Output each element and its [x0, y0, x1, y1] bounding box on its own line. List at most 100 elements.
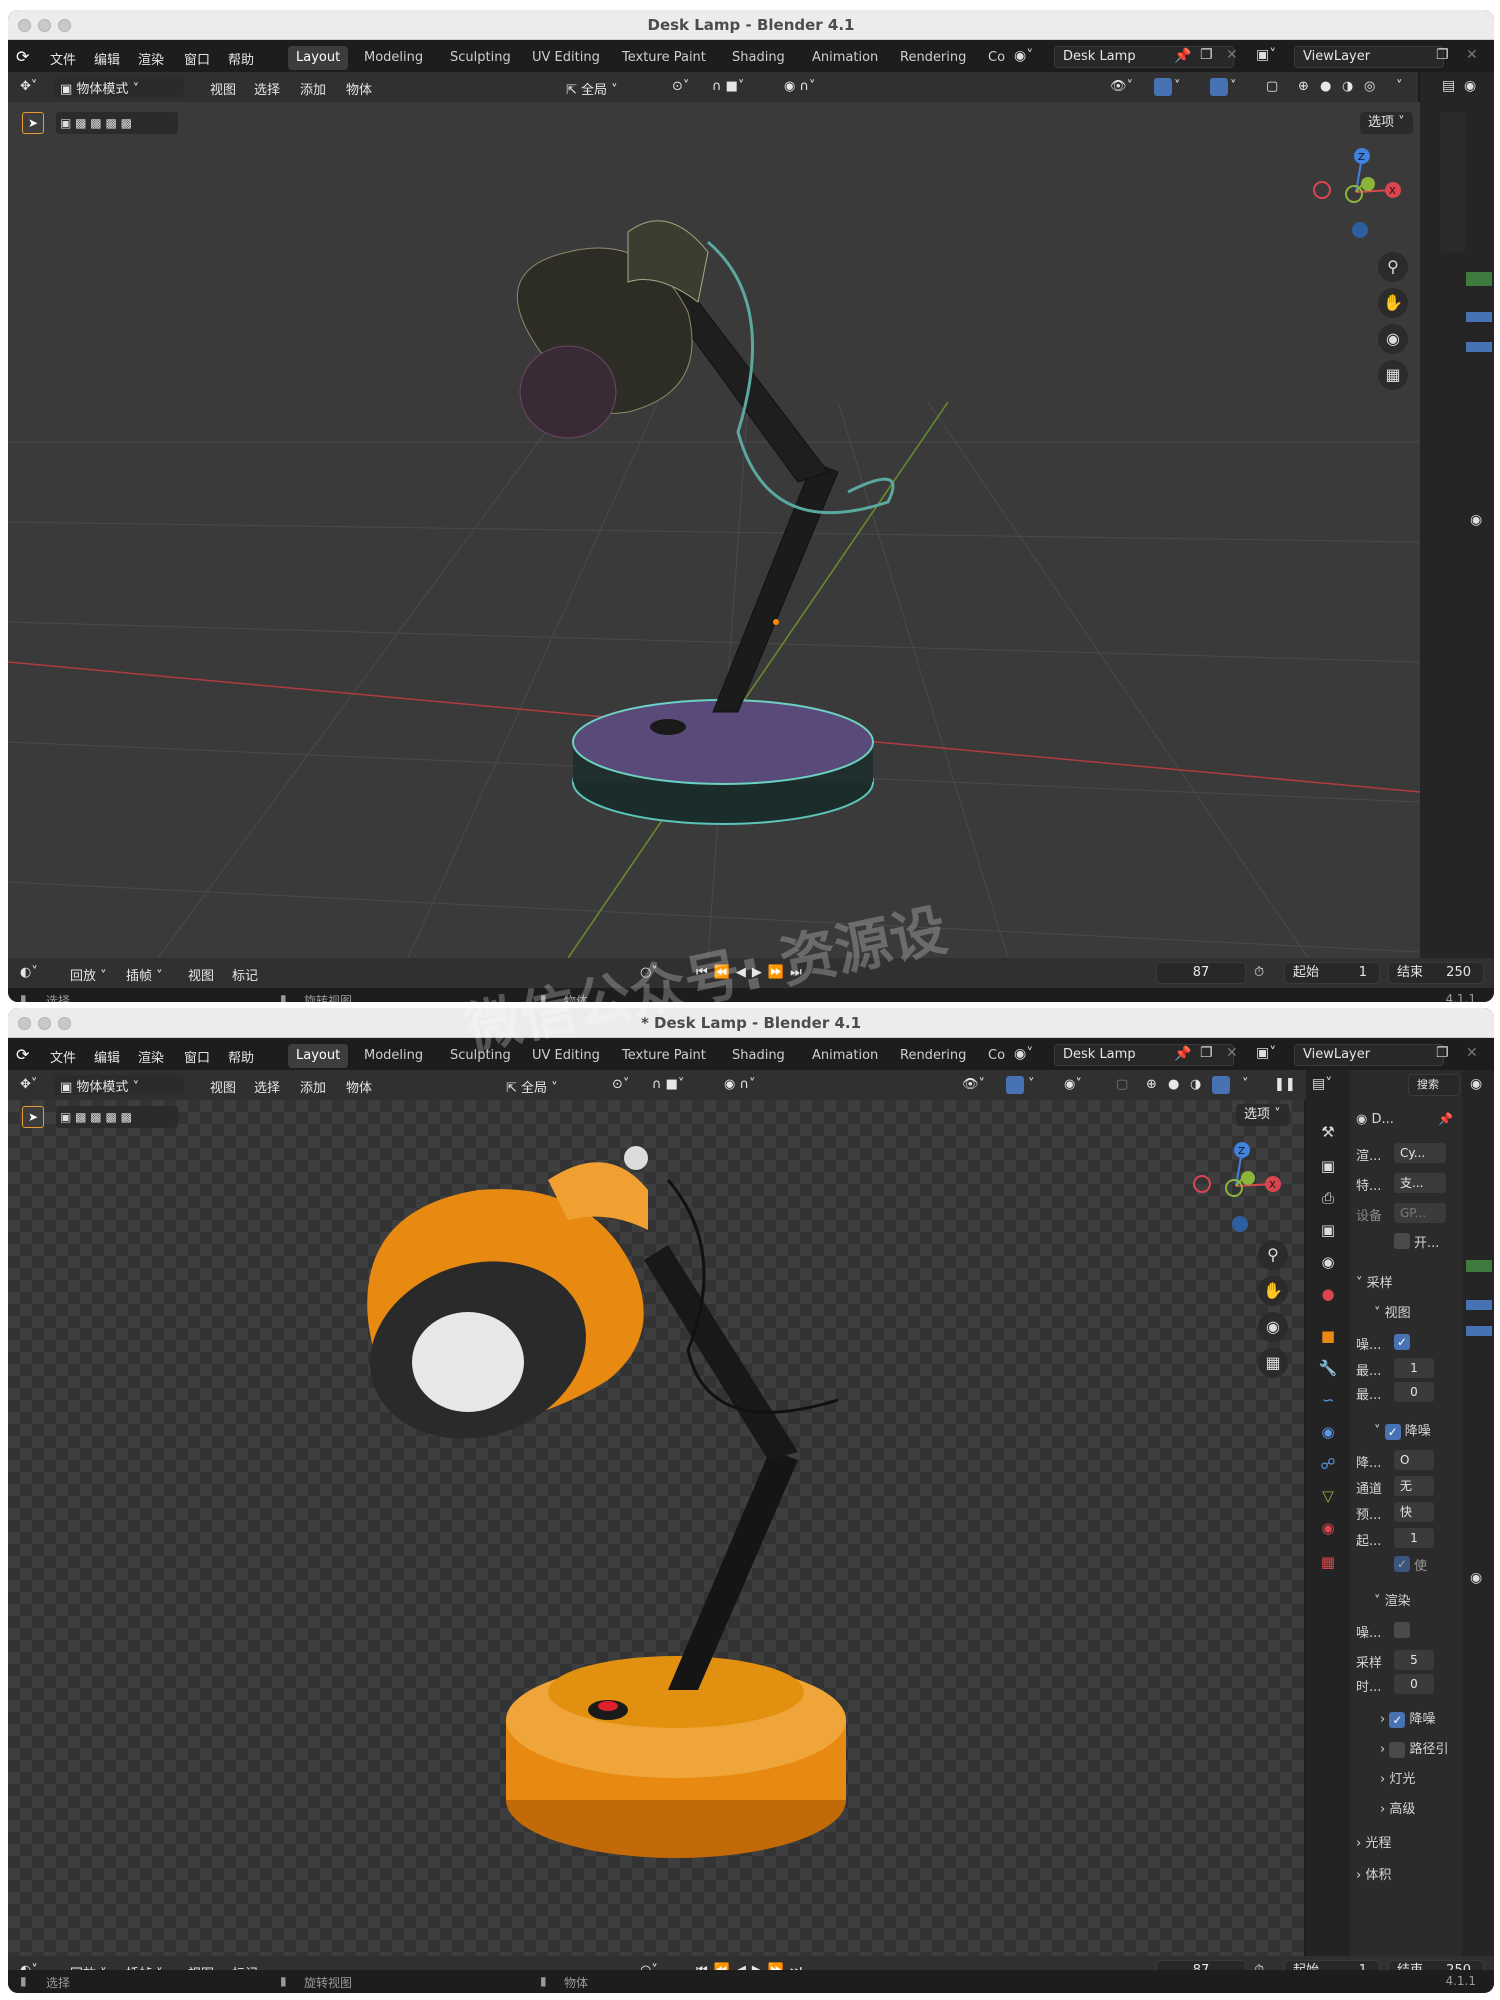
blender-logo-icon[interactable]: ⟳ [16, 47, 29, 66]
view-layer-icon[interactable]: ▣˅ [1256, 1045, 1276, 1061]
menu-view[interactable]: 视图 [210, 1077, 236, 1096]
start-frame-field[interactable]: 起始 1 [1284, 962, 1380, 984]
menu-window[interactable]: 窗口 [184, 49, 210, 68]
menu-view[interactable]: 视图 [210, 79, 236, 98]
menu-select[interactable]: 选择 [254, 79, 280, 98]
3d-viewport[interactable]: 选项 ˅ ➤ ▣ ▩ ▩ ▩ ▩ Z X ⚲ ✋ ◉ ▦ [8, 102, 1420, 958]
outliner-editor-icon[interactable]: ◉ [1470, 1076, 1482, 1092]
view-layer-field[interactable]: ViewLayer [1294, 46, 1444, 68]
lights-panel-header[interactable]: › 灯光 [1380, 1768, 1415, 1787]
render-tab-icon[interactable]: ▣ [1318, 1156, 1338, 1176]
snap-icon[interactable]: ∩ ■˅ [652, 1077, 684, 1092]
denoise-subpanel-header[interactable]: ˅ ✓ 降噪 [1374, 1420, 1431, 1440]
new-view-layer-icon[interactable]: ❐ [1436, 47, 1449, 63]
volumes-panel-header[interactable]: › 体积 [1356, 1864, 1391, 1883]
denoiser-dropdown[interactable]: O [1394, 1450, 1434, 1470]
tab-more[interactable]: Co [980, 1044, 1013, 1068]
camera-view-icon[interactable]: ◉ [1378, 324, 1408, 354]
clock-icon[interactable]: ⏱ [1254, 965, 1264, 980]
physics-tab-icon[interactable]: ◉ [1318, 1422, 1338, 1442]
gizmo-toggle-button[interactable] [1006, 1076, 1024, 1094]
pan-hand-icon[interactable]: ✋ [1258, 1276, 1288, 1306]
overlay-dropdown-icon[interactable]: ˅ [1230, 79, 1237, 94]
delete-view-layer-icon[interactable]: ✕ [1466, 47, 1478, 63]
tab-animation[interactable]: Animation [804, 1044, 886, 1068]
editor-type-icon[interactable]: ✥˅ [20, 79, 37, 94]
shading-dropdown-icon[interactable]: ˅ [1396, 79, 1403, 94]
tab-shading[interactable]: Shading [724, 46, 793, 70]
gizmo-toggle-button[interactable] [1154, 78, 1172, 96]
particles-tab-icon[interactable]: ∽ [1318, 1390, 1338, 1410]
render-denoise-header[interactable]: › ✓ 降噪 [1380, 1708, 1436, 1728]
menu-object[interactable]: 物体 [346, 79, 372, 98]
snap-icon[interactable]: ∩ ■˅ [712, 79, 744, 94]
feature-set-dropdown[interactable]: 支... [1394, 1173, 1446, 1193]
new-scene-icon[interactable]: ❐ [1200, 1045, 1213, 1061]
select-tool-icon[interactable]: ➤ [22, 1106, 44, 1128]
playback-menu[interactable]: 回放 ˅ [70, 965, 107, 984]
constraints-tab-icon[interactable]: ☍ [1318, 1454, 1338, 1474]
y-axis-icon[interactable] [1241, 1171, 1255, 1185]
tab-texture-paint[interactable]: Texture Paint [614, 46, 714, 70]
sampling-panel-header[interactable]: ˅ 采样 [1356, 1272, 1393, 1291]
navigation-gizmo[interactable]: Z X [1308, 142, 1408, 242]
menu-edit[interactable]: 编辑 [94, 1047, 120, 1066]
properties-editor-icon[interactable]: ◉ [1464, 78, 1476, 94]
shading-wireframe-icon[interactable]: ⊕ [1146, 1077, 1157, 1092]
scene-icon[interactable]: ◉˅ [1014, 1046, 1033, 1062]
tool-tab-icon[interactable]: ⚒ [1318, 1122, 1338, 1142]
tab-layout[interactable]: Layout [288, 1044, 349, 1068]
neg-x-icon[interactable] [1313, 181, 1331, 199]
samples-field[interactable]: 5 [1394, 1650, 1434, 1670]
device-dropdown[interactable]: GP... [1394, 1203, 1446, 1223]
shading-dropdown-icon[interactable]: ˅ [1242, 1077, 1249, 1092]
keying-menu[interactable]: 插帧 ˅ [126, 965, 163, 984]
tab-modeling[interactable]: Modeling [356, 46, 431, 70]
open-shading-checkbox[interactable] [1394, 1233, 1410, 1249]
prefilter-dropdown[interactable]: 快 [1394, 1502, 1434, 1522]
delete-scene-icon[interactable]: ✕ [1226, 47, 1238, 63]
menu-render[interactable]: 渲染 [138, 49, 164, 68]
neg-z-icon[interactable] [1352, 222, 1368, 238]
shading-material-icon[interactable]: ◑ [1190, 1077, 1201, 1092]
outliner-editor-icon[interactable]: ▤ [1442, 78, 1455, 94]
transform-orientation-dropdown[interactable]: ⇱ 全局 ˅ [506, 1077, 558, 1096]
pause-render-icon[interactable]: ❚❚ [1274, 1077, 1296, 1092]
pin-icon[interactable]: 📌 [1438, 1112, 1453, 1126]
max-samples-field[interactable]: 1 [1394, 1358, 1434, 1378]
zoom-icon[interactable]: ⚲ [1378, 252, 1408, 282]
gizmo-dropdown-icon[interactable]: ˅ [1174, 79, 1181, 94]
material-tab-icon[interactable]: ◉ [1318, 1518, 1338, 1538]
menu-add[interactable]: 添加 [300, 79, 326, 98]
tab-shading[interactable]: Shading [724, 1044, 793, 1068]
view-layer-field[interactable]: ViewLayer [1294, 1044, 1444, 1066]
xray-icon[interactable]: ▢ [1116, 1077, 1128, 1092]
camera-icon[interactable]: ◉ [1470, 1570, 1482, 1586]
mode-dropdown[interactable]: ▣ 物体模式 ˅ [54, 77, 184, 97]
tab-rendering[interactable]: Rendering [892, 46, 974, 70]
perspective-grid-icon[interactable]: ▦ [1378, 360, 1408, 390]
overlay-toggle-button[interactable] [1210, 78, 1228, 96]
light-paths-panel-header[interactable]: › 光程 [1356, 1832, 1391, 1851]
tab-sculpting[interactable]: Sculpting [442, 46, 519, 70]
shading-rendered-icon[interactable]: ◎ [1364, 79, 1375, 94]
world-tab-icon[interactable]: ● [1318, 1284, 1338, 1304]
transform-orientation-dropdown[interactable]: ⇱ 全局 ˅ [566, 79, 618, 98]
zoom-icon[interactable]: ⚲ [1258, 1240, 1288, 1270]
viewport-options-dropdown[interactable]: 选项 ˅ [1236, 1104, 1289, 1126]
pan-hand-icon[interactable]: ✋ [1378, 288, 1408, 318]
render-denoise-checkbox[interactable]: ✓ [1389, 1711, 1406, 1728]
viewport-subpanel-header[interactable]: ˅ 视图 [1374, 1302, 1411, 1321]
menu-help[interactable]: 帮助 [228, 49, 254, 68]
select-tool-icon[interactable]: ➤ [22, 112, 44, 134]
menu-help[interactable]: 帮助 [228, 1047, 254, 1066]
tab-modeling[interactable]: Modeling [356, 1044, 431, 1068]
xray-icon[interactable]: ▢ [1266, 79, 1278, 94]
scene-icon[interactable]: ◉˅ [1014, 48, 1033, 64]
shading-solid-icon[interactable]: ● [1168, 1077, 1179, 1092]
min-samples-field[interactable]: 0 [1394, 1382, 1434, 1402]
render-noise-toggle[interactable] [1394, 1622, 1410, 1638]
menu-file[interactable]: 文件 [50, 1047, 76, 1066]
output-tab-icon[interactable]: ⎙ [1318, 1188, 1338, 1208]
path-guiding-header[interactable]: › 路径引 [1380, 1738, 1449, 1758]
